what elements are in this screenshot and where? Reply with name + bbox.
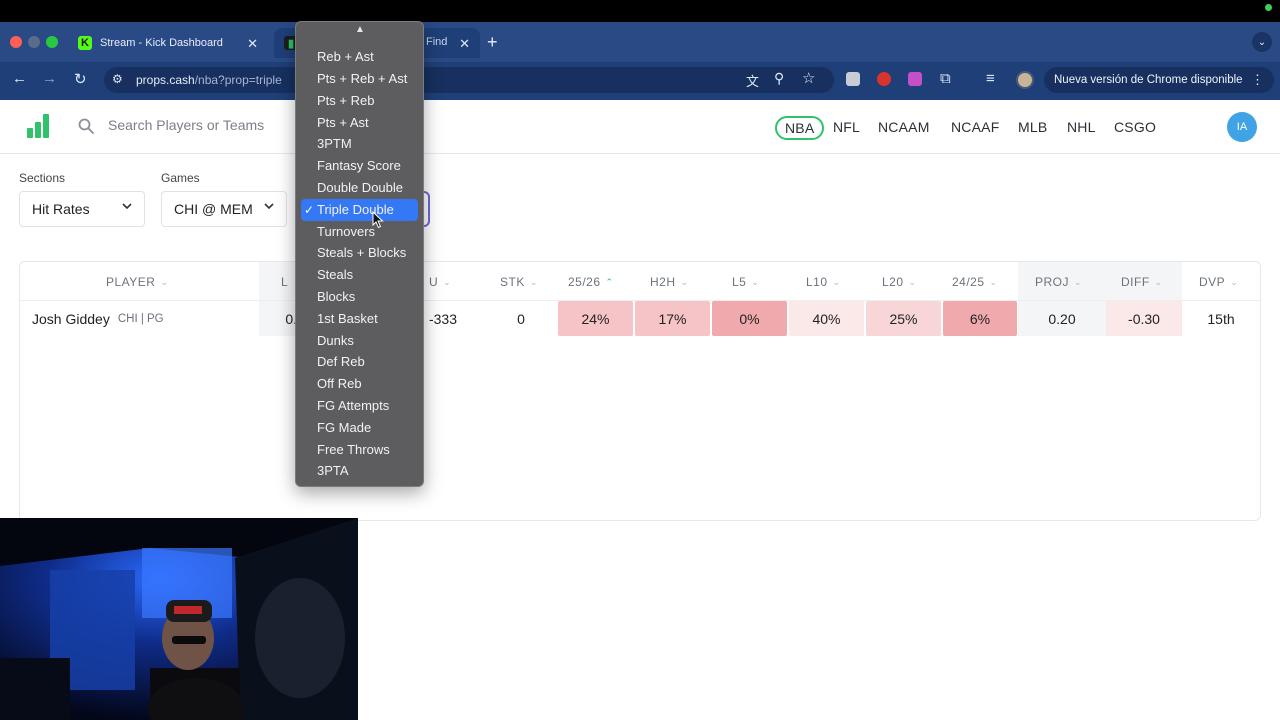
column-header-stk[interactable]: STK ⌄: [500, 275, 538, 289]
chevron-down-icon: [264, 203, 274, 210]
mouse-cursor-icon: [372, 211, 384, 229]
games-select[interactable]: CHI @ MEM: [161, 191, 287, 227]
menu-item-3pta[interactable]: 3PTA: [317, 461, 349, 481]
more-vert-icon[interactable]: ⋮: [1251, 72, 1264, 88]
menu-item-double-double[interactable]: Double Double: [317, 178, 403, 198]
hit-rate-2425-cell: 6%: [943, 301, 1017, 336]
forward-arrow-icon[interactable]: →: [42, 70, 57, 87]
tab-title: Find: [426, 36, 448, 48]
hit-rate-l20-cell: 25%: [866, 301, 941, 336]
kick-icon: K: [78, 36, 92, 50]
column-header-player[interactable]: PLAYER ⌄: [106, 275, 169, 289]
header-shade: [259, 262, 299, 300]
menu-item-off-reb[interactable]: Off Reb: [317, 374, 362, 394]
zoom-icon[interactable]: ⚲: [774, 70, 784, 87]
league-ncaaf[interactable]: NCAAF: [951, 119, 999, 135]
player-team-position: CHI | PG: [117, 312, 164, 325]
bookmark-star-icon[interactable]: ☆: [802, 69, 815, 87]
menu-item-steals[interactable]: Steals: [317, 265, 353, 285]
player-name[interactable]: Josh Giddey: [32, 311, 110, 327]
league-csgo[interactable]: CSGO: [1114, 119, 1156, 135]
profile-avatar[interactable]: [1016, 71, 1034, 89]
menu-item-turnovers[interactable]: Turnovers: [317, 222, 375, 242]
league-ncaam[interactable]: NCAAM: [878, 119, 930, 135]
menu-item-fg-attempts[interactable]: FG Attempts: [317, 396, 389, 416]
table-row-player[interactable]: Josh Giddey CHI | PG: [32, 301, 258, 336]
hit-rate-l5-cell: 0%: [712, 301, 787, 336]
column-header-2526[interactable]: 25/26 ⌃: [568, 275, 614, 289]
sections-select[interactable]: Hit Rates: [19, 191, 145, 227]
games-label: Games: [161, 171, 200, 185]
chrome-update-button[interactable]: Nueva versión de Chrome disponible ⋮: [1044, 67, 1274, 93]
site-info-icon[interactable]: ⚙: [112, 72, 123, 86]
media-controls-icon[interactable]: ≡: [986, 70, 995, 87]
menu-item-def-reb[interactable]: Def Reb: [317, 352, 365, 372]
tab-search-button[interactable]: ⌄: [1252, 32, 1272, 52]
menu-item-1st-basket[interactable]: 1st Basket: [317, 309, 378, 329]
tab-kick-dashboard[interactable]: K Stream - Kick Dashboard ✕: [68, 28, 268, 58]
recording-indicator: [1265, 4, 1272, 11]
menu-item-pts-reb-ast[interactable]: Pts + Reb + Ast: [317, 69, 407, 89]
menu-item-steals-blocks[interactable]: Steals + Blocks: [317, 243, 406, 263]
menu-item-fg-made[interactable]: FG Made: [317, 418, 371, 438]
under-odds-cell[interactable]: -333: [424, 301, 462, 336]
system-top-strip: [0, 0, 1280, 22]
translate-icon[interactable]: 文: [746, 71, 759, 90]
league-nfl[interactable]: NFL: [833, 119, 860, 135]
new-tab-button[interactable]: +: [487, 32, 498, 53]
tab-title: Stream - Kick Dashboard: [100, 37, 223, 49]
chevron-down-icon: [122, 203, 132, 210]
reload-icon[interactable]: ↻: [74, 70, 87, 88]
extension-icon[interactable]: [846, 72, 860, 86]
column-header-dvp[interactable]: DVP ⌄: [1199, 275, 1238, 289]
menu-item-free-throws[interactable]: Free Throws: [317, 440, 390, 460]
webcam-feed-image: [0, 518, 358, 720]
search-input[interactable]: [108, 117, 288, 133]
extension-icon[interactable]: [877, 72, 891, 86]
column-header-l5[interactable]: L5 ⌄: [732, 275, 759, 289]
streak-cell: 0: [517, 310, 525, 327]
hit-rate-h2h-cell: 17%: [635, 301, 710, 336]
close-tab-icon[interactable]: ✕: [459, 36, 470, 52]
minimize-window-button[interactable]: [28, 36, 40, 48]
league-nba[interactable]: NBA: [775, 116, 825, 140]
menu-item-3ptm[interactable]: 3PTM: [317, 134, 352, 154]
hit-rate-l10-cell: 40%: [789, 301, 864, 336]
user-avatar[interactable]: IA: [1227, 112, 1257, 142]
column-header-proj[interactable]: PROJ ⌄: [1035, 275, 1082, 289]
column-header-l10[interactable]: L10 ⌄: [806, 275, 841, 289]
hit-rate-2526-cell: 24%: [558, 301, 633, 336]
zoom-window-button[interactable]: [46, 36, 58, 48]
league-mlb[interactable]: MLB: [1018, 119, 1047, 135]
sections-label: Sections: [19, 171, 66, 185]
menu-item-dunks[interactable]: Dunks: [317, 331, 354, 351]
checkmark-icon: ✓: [304, 203, 315, 217]
menu-item-reb-ast[interactable]: Reb + Ast: [317, 47, 374, 67]
column-header-h2h[interactable]: H2H ⌄: [650, 275, 689, 289]
league-nhl[interactable]: NHL: [1067, 119, 1096, 135]
line-cell: 0.: [259, 301, 299, 336]
diff-cell: -0.30: [1106, 301, 1182, 336]
projection-cell: 0.20: [1018, 301, 1106, 336]
menu-item-fantasy-score[interactable]: Fantasy Score: [317, 156, 401, 176]
scroll-up-arrow-icon[interactable]: ▲: [355, 24, 365, 35]
close-window-button[interactable]: [10, 36, 22, 48]
column-header-l20[interactable]: L20 ⌄: [882, 275, 917, 289]
puzzle-extensions-icon[interactable]: ⧉: [940, 70, 951, 87]
column-header-line[interactable]: L: [281, 275, 288, 289]
extension-icon[interactable]: [908, 72, 922, 86]
column-header-2425[interactable]: 24/25 ⌄: [952, 275, 998, 289]
search-icon: [78, 118, 94, 134]
webcam-overlay: [0, 518, 358, 720]
close-tab-icon[interactable]: ✕: [247, 36, 258, 52]
column-header-diff[interactable]: DIFF ⌄: [1121, 275, 1163, 289]
back-arrow-icon[interactable]: ←: [12, 70, 27, 87]
column-header-under[interactable]: U ⌄: [429, 275, 451, 289]
dvp-cell: 15th: [1207, 310, 1235, 327]
url-text[interactable]: props.cash/nba?prop=triple: [136, 73, 282, 87]
menu-item-pts-ast[interactable]: Pts + Ast: [317, 113, 369, 133]
menu-item-pts-reb[interactable]: Pts + Reb: [317, 91, 374, 111]
menu-item-blocks[interactable]: Blocks: [317, 287, 355, 307]
props-cash-logo[interactable]: [27, 114, 51, 138]
